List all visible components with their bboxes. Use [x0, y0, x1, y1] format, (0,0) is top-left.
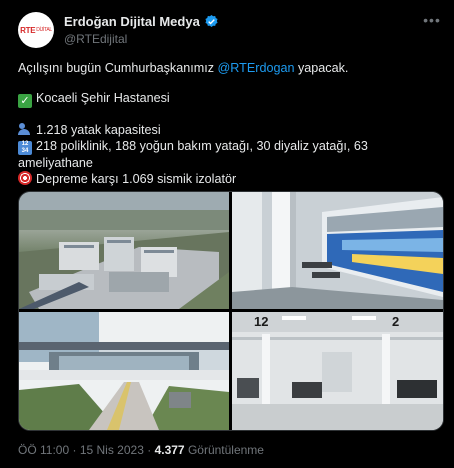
verified-badge-icon	[205, 14, 218, 27]
people-emoji-icon	[18, 122, 32, 136]
tweet-line-isolators: Depreme karşı 1.069 sismik izolatör	[18, 171, 438, 187]
photo-atrium[interactable]	[232, 192, 443, 309]
tweet-header: RTE DİJİTAL Erdoğan Dijital Medya @RTEdij…	[18, 12, 442, 48]
beds-text: 1.218 yatak kapasitesi	[36, 123, 161, 137]
hospital-name: Kocaeli Şehir Hastanesi	[36, 91, 170, 105]
tweet-text: Açılışını bugün Cumhurbaşkanımız @RTErdo…	[18, 60, 438, 187]
mention-link[interactable]: @RTErdogan	[218, 61, 295, 75]
views-label: Görüntülenme	[187, 443, 264, 457]
avatar[interactable]: RTE DİJİTAL	[18, 12, 54, 48]
tweet-line-details: 12 34 218 poliklinik, 188 yoğun bakım yata…	[18, 138, 438, 171]
aerial-illustration	[19, 192, 229, 309]
ward-number-right: 2	[392, 314, 399, 329]
media-grid: 12 2	[18, 191, 444, 431]
views-count: 4.377	[154, 443, 185, 457]
display-name[interactable]: Erdoğan Dijital Medya	[64, 14, 200, 29]
ward-illustration: 12 2	[232, 312, 443, 430]
tweet-time[interactable]: ÖÖ 11:00	[18, 443, 69, 457]
tweet-line-hospital: ✓ Kocaeli Şehir Hastanesi	[18, 90, 438, 108]
isolators-text: Depreme karşı 1.069 sismik izolatör	[36, 172, 237, 186]
intro-suffix: yapacak.	[294, 61, 349, 75]
ward-number-left: 12	[254, 314, 268, 329]
entrance-illustration	[19, 312, 229, 430]
user-handle[interactable]: @RTEdijital	[64, 32, 127, 46]
tweet-line-beds: 1.218 yatak kapasitesi	[18, 122, 438, 138]
tweet-line-intro: Açılışını bugün Cumhurbaşkanımız @RTErdo…	[18, 60, 438, 76]
details-text: 218 poliklinik, 188 yoğun bakım yatağı, …	[18, 139, 368, 170]
meta-separator: ·	[72, 443, 77, 457]
numbers-emoji-icon: 12 34	[18, 141, 32, 155]
meta-separator-2: ·	[147, 443, 152, 457]
more-options-icon[interactable]: •••	[422, 12, 442, 28]
avatar-logo-text: RTE	[20, 25, 36, 35]
tweet-date[interactable]: 15 Nis 2023	[80, 443, 144, 457]
tweet-meta: ÖÖ 11:00 · 15 Nis 2023 · 4.377 Görüntüle…	[18, 443, 264, 457]
intro-text: Açılışını bugün Cumhurbaşkanımız	[18, 61, 218, 75]
target-emoji-icon	[18, 171, 32, 185]
atrium-illustration	[232, 192, 443, 309]
avatar-logo-subtext: DİJİTAL	[36, 27, 52, 33]
check-mark-emoji-icon: ✓	[18, 94, 32, 108]
photo-ward[interactable]: 12 2	[232, 312, 443, 430]
photo-aerial-view[interactable]	[19, 192, 229, 309]
photo-entrance[interactable]	[19, 312, 229, 430]
display-name-row: Erdoğan Dijital Medya	[64, 14, 219, 29]
